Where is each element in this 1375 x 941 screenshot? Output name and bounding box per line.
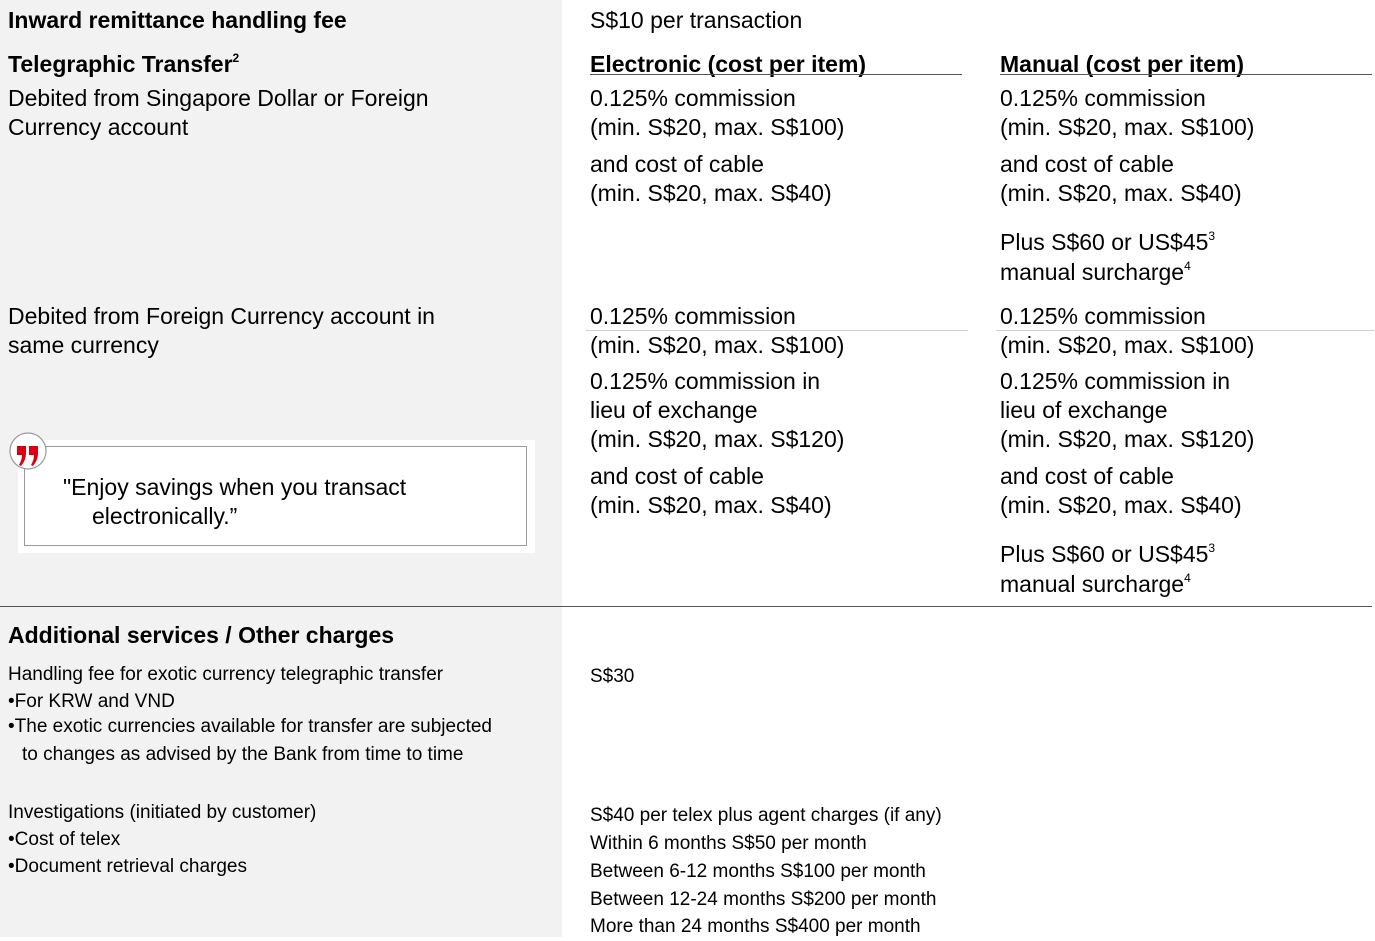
- fc-manual-commission-range: (min. S$20, max. S$100): [1000, 332, 1255, 358]
- inward-remittance-label: Inward remittance handling fee: [8, 7, 347, 33]
- savings-quote-line1: "Enjoy savings when you transact: [63, 474, 407, 500]
- investigations-bullet-retrieval: •Document retrieval charges: [8, 856, 247, 877]
- fc-electronic-lieu-line2: lieu of exchange: [590, 397, 758, 423]
- sgd-account-label-line2: Currency account: [8, 114, 189, 140]
- sgd-electronic-cable: and cost of cable: [590, 151, 764, 177]
- manual-header-underline: [1000, 74, 1372, 75]
- exotic-fee-label: Handling fee for exotic currency telegra…: [8, 664, 444, 685]
- investigations-bullet-telex: •Cost of telex: [8, 829, 121, 850]
- sgd-manual-cable: and cost of cable: [1000, 151, 1174, 177]
- inward-remittance-value: S$10 per transaction: [590, 7, 803, 33]
- fc-manual-lieu-range: (min. S$20, max. S$120): [1000, 426, 1255, 452]
- fc-manual-surcharge-line2: manual surcharge4: [1000, 571, 1191, 597]
- savings-quote-frame: "Enjoy savings when you transact electro…: [24, 446, 527, 546]
- investigations-value-12-24m: Between 12-24 months S$200 per month: [590, 889, 937, 910]
- quote-mark-icon: [9, 432, 47, 470]
- fc-manual-surcharge-line1: Plus S$60 or US$453: [1000, 541, 1216, 567]
- fc-electronic-lieu-line1: 0.125% commission in: [590, 368, 821, 394]
- investigations-value-telex: S$40 per telex plus agent charges (if an…: [590, 805, 942, 826]
- exotic-fee-value: S$30: [590, 666, 635, 687]
- fc-electronic-commission-range: (min. S$20, max. S$100): [590, 332, 845, 358]
- fc-manual-commission: 0.125% commission: [1000, 303, 1206, 329]
- telegraphic-transfer-title: Telegraphic Transfer2: [8, 51, 240, 77]
- section-divider: [0, 606, 1372, 607]
- savings-quote-line2: electronically.”: [92, 503, 238, 529]
- fc-account-label-line1: Debited from Foreign Currency account in: [8, 303, 435, 329]
- additional-services-title: Additional services / Other charges: [8, 622, 395, 648]
- fc-manual-lieu-line2: lieu of exchange: [1000, 397, 1168, 423]
- savings-quote-callout: "Enjoy savings when you transact electro…: [18, 440, 535, 553]
- investigations-value-6-12m: Between 6-12 months S$100 per month: [590, 861, 926, 882]
- savings-quote-text: "Enjoy savings when you transact electro…: [63, 473, 406, 531]
- fc-manual-cable: and cost of cable: [1000, 463, 1174, 489]
- electronic-header-underline: [590, 74, 962, 75]
- fc-manual-cable-range: (min. S$20, max. S$40): [1000, 492, 1242, 518]
- sgd-electronic-commission-range: (min. S$20, max. S$100): [590, 114, 845, 140]
- investigations-label: Investigations (initiated by customer): [8, 802, 317, 823]
- exotic-fee-bullet2-line2: to changes as advised by the Bank from t…: [22, 744, 464, 765]
- sgd-electronic-cable-range: (min. S$20, max. S$40): [590, 180, 832, 206]
- fc-account-label-line2: same currency: [8, 332, 159, 358]
- fc-electronic-commission: 0.125% commission: [590, 303, 796, 329]
- fc-manual-lieu-line1: 0.125% commission in: [1000, 368, 1231, 394]
- sgd-electronic-commission: 0.125% commission: [590, 85, 796, 111]
- fc-electronic-cable-range: (min. S$20, max. S$40): [590, 492, 832, 518]
- fc-electronic-lieu-range: (min. S$20, max. S$120): [590, 426, 845, 452]
- fc-electronic-cable: and cost of cable: [590, 463, 764, 489]
- sgd-manual-cable-range: (min. S$20, max. S$40): [1000, 180, 1242, 206]
- sgd-manual-surcharge-line2: manual surcharge4: [1000, 259, 1191, 285]
- exotic-fee-bullet2-line1: •The exotic currencies available for tra…: [8, 716, 492, 737]
- exotic-fee-bullet1: •For KRW and VND: [8, 691, 175, 712]
- sgd-manual-commission-range: (min. S$20, max. S$100): [1000, 114, 1255, 140]
- sgd-manual-commission: 0.125% commission: [1000, 85, 1206, 111]
- sgd-manual-surcharge-line1: Plus S$60 or US$453: [1000, 229, 1216, 255]
- sgd-account-label-line1: Debited from Singapore Dollar or Foreign: [8, 85, 429, 111]
- investigations-value-6m: Within 6 months S$50 per month: [590, 833, 867, 854]
